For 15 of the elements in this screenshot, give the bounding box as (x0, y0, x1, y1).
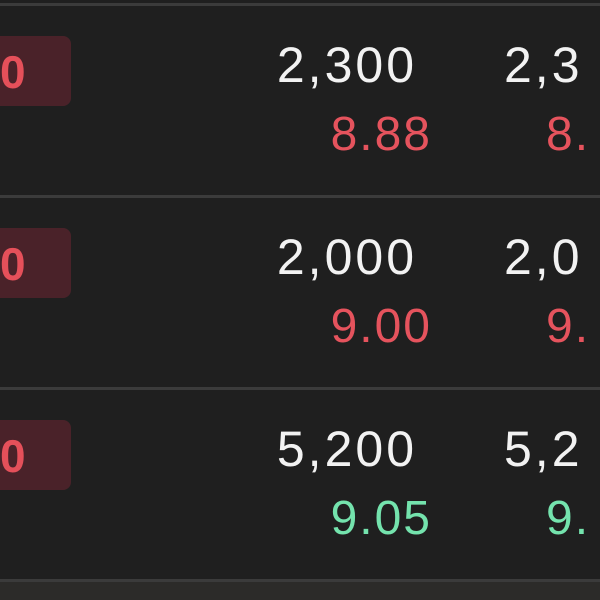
number-text: 2,300 (276, 40, 418, 90)
number-text: 2,3 (504, 40, 583, 90)
sub-number-text: 8. (546, 111, 590, 159)
number-text: 5,2 (504, 424, 583, 474)
number-text: 5,200 (276, 424, 418, 474)
sub-number-text: 9. (546, 303, 590, 351)
value-badge: 0 (0, 420, 71, 490)
value-badge: 0 (0, 36, 71, 106)
value-badge: 0 (0, 228, 71, 298)
sub-number-text: 9.00 (330, 303, 432, 351)
sub-number-text: 8.88 (330, 111, 432, 159)
number-text: 2,000 (276, 232, 418, 282)
number-text: 2,0 (504, 232, 583, 282)
sub-number-text: 9. (546, 495, 590, 543)
sub-number-text: 9.05 (330, 495, 432, 543)
